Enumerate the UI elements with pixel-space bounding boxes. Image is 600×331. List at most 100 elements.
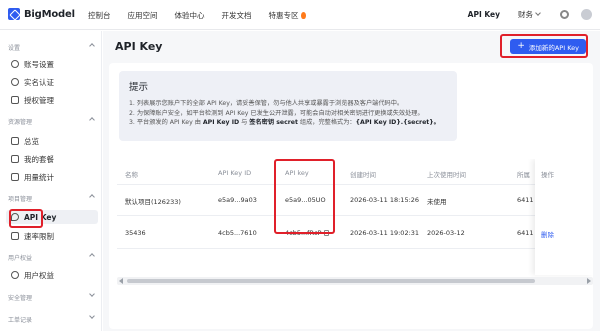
nav-deals[interactable]: 特惠专区 [269,10,306,21]
chevron-up-icon [89,43,95,49]
chevron-down-icon [89,291,95,297]
chevron-up-icon [89,253,95,259]
sidebar-item-label: 实名认证 [24,77,54,87]
add-api-key-button[interactable]: + 添加新的API Key [510,39,586,54]
sidebar-section-settings[interactable]: 设置 [8,43,95,52]
api-key-table: 名称 API Key ID API key 创建时间 上次使用时间 所属 默认项… [117,159,593,289]
col-created: 创建时间 [350,171,376,179]
chart-icon [11,137,19,145]
package-icon [11,155,19,163]
top-apikey-link[interactable]: API Key [468,10,500,19]
section-title: 资源管理 [8,119,33,126]
page-title: API Key [115,40,163,53]
logo-icon [8,8,20,20]
tip-box: 提示 1. 列表展示您账户下的全部 API Key，请妥善保管，勿与他人共享或暴… [119,71,457,141]
tip-line-2: 2. 为保障账户安全，如平台检测到 API Key 已发生公开泄露，可能会自动对… [129,109,424,117]
section-title: 用户权益 [8,255,33,262]
nav-app-space[interactable]: 应用空间 [128,10,158,21]
divider [117,248,593,249]
chevron-down-icon [89,313,95,319]
sidebar-item-overview[interactable]: 总览 [6,134,98,148]
sidebar-section-tickets[interactable]: 工单记录 [8,313,95,324]
top-nav: 控制台 应用空间 体验中心 开发文档 特惠专区 [88,10,323,21]
gift-icon [11,271,19,279]
cell-last-used: 未使用 [427,198,447,206]
delete-link[interactable]: 删除 [541,229,554,239]
col-key-id: API Key ID [218,169,252,177]
cell-key-id: e5a9...9a03 [218,196,257,204]
copy-icon[interactable] [324,230,330,236]
finance-menu[interactable]: 财务 [518,9,533,20]
nav-console[interactable]: 控制台 [88,10,111,21]
sidebar: 设置 账号设置 实名认证 授权管理 资源管理 总览 我的套餐 用量统计 项目管理… [0,31,102,331]
sidebar-section-projects[interactable]: 项目管理 [8,194,95,203]
cell-key-id: 4cb5...7610 [218,229,257,237]
tip-key-id: API Key ID [202,119,240,127]
section-title: 设置 [8,45,21,52]
horizontal-scrollbar[interactable] [117,277,593,285]
section-title: 工单记录 [8,317,33,324]
key-icon [11,213,19,221]
sidebar-item-label: 总览 [24,136,39,146]
cell-api-key-text: 4cb5...fRcP [285,229,322,237]
action-column: 操作 删除 [535,159,593,275]
tip-format: {API Key ID}.{secret}。 [355,119,440,127]
cell-created: 2026-03-11 18:15:26 [350,196,420,204]
fire-icon [300,12,306,19]
tip-line-3: 3. 平台颁发的 API Key 由 API Key ID 与 签名密钥 sec… [129,118,447,128]
tip-secret: 签名密钥 secret [249,119,298,127]
sidebar-item-api-key[interactable]: API Key [6,210,98,224]
tip-line-3-c: 组成，完整格式为： [297,119,356,127]
sidebar-item-label: 我的套餐 [24,154,54,164]
col-action: 操作 [541,171,554,179]
nav-docs[interactable]: 开发文档 [222,10,252,21]
speed-icon [11,232,19,240]
sidebar-item-benefits[interactable]: 用户权益 [6,268,98,282]
sidebar-item-label: 速率限制 [24,231,54,241]
cell-owner: 6411 [517,196,534,204]
logo-text: BigModel [24,8,75,20]
user-icon [11,60,19,68]
nav-deals-label: 特惠专区 [268,11,299,20]
cell-name: 35436 [125,229,146,237]
cell-api-key: 4cb5...fRcP [285,229,330,237]
id-icon [11,78,19,86]
nav-experience[interactable]: 体验中心 [175,10,205,21]
sidebar-section-security[interactable]: 安全管理 [8,291,95,302]
sidebar-item-verify[interactable]: 实名认证 [6,75,98,89]
col-name: 名称 [125,171,138,179]
scroll-right-icon[interactable] [587,278,591,284]
sidebar-item-rate-limit[interactable]: 速率限制 [6,229,98,243]
sidebar-item-account[interactable]: 账号设置 [6,57,98,71]
section-title: 项目管理 [8,196,33,203]
col-api-key: API key [285,169,309,177]
top-right: API Key 财务 [468,9,592,20]
sidebar-section-benefits[interactable]: 用户权益 [8,253,95,262]
tip-title: 提示 [129,82,149,93]
scroll-left-icon[interactable] [119,278,123,284]
section-title: 安全管理 [8,295,33,302]
api-key-card: 提示 1. 列表展示您账户下的全部 API Key，请妥善保管，勿与他人共享或暴… [109,63,593,329]
sidebar-item-plans[interactable]: 我的套餐 [6,152,98,166]
bar-chart-icon [11,173,19,181]
tip-line-3-b: 与 [239,119,250,127]
cell-owner: 6411 [517,229,534,237]
sidebar-item-label: API Key [24,212,57,222]
col-last-used: 上次使用时间 [427,171,466,179]
main-content: API Key + 添加新的API Key 提示 1. 列表展示您账户下的全部 A… [103,31,600,331]
add-api-key-label: 添加新的API Key [528,43,579,52]
sidebar-item-usage[interactable]: 用量统计 [6,170,98,184]
cell-api-key: e5a9...05UO [285,196,326,204]
cell-created: 2026-03-11 19:02:31 [350,229,420,237]
sidebar-item-auth[interactable]: 授权管理 [6,93,98,107]
avatar[interactable] [581,9,592,20]
logo[interactable]: BigModel [8,8,75,20]
gear-icon[interactable] [560,10,569,19]
chevron-down-icon[interactable] [535,10,541,16]
tip-line-3-a: 3. 平台颁发的 API Key 由 [129,119,203,127]
scroll-thumb[interactable] [127,279,535,283]
cell-last-used: 2026-03-12 [427,229,465,237]
sidebar-section-resources[interactable]: 资源管理 [8,117,95,126]
sidebar-item-label: 用量统计 [24,172,54,182]
plus-icon: + [517,41,525,51]
